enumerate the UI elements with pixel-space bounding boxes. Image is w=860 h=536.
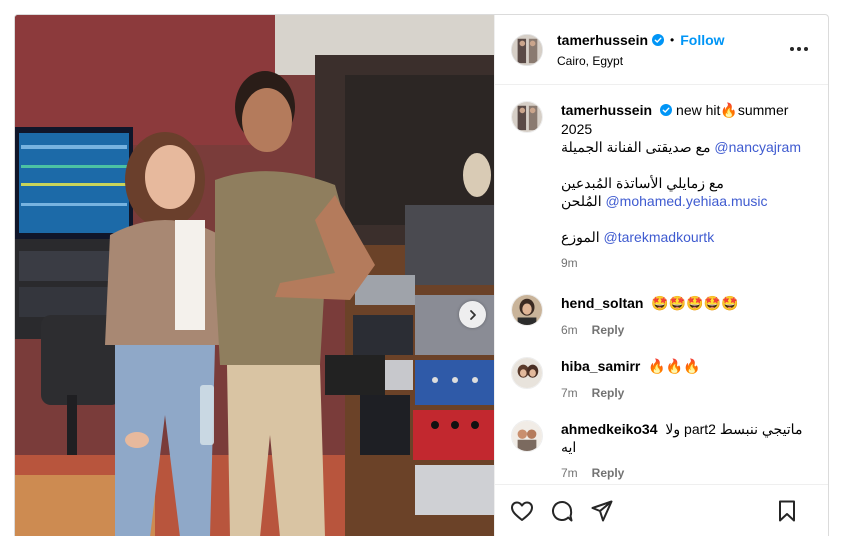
comment-time[interactable]: 7m (561, 384, 578, 402)
comments-section: tamerhussein new hit🔥summer 2025 مع صديقت… (495, 85, 828, 484)
comment-username[interactable]: hiba_samirr (561, 358, 640, 374)
commenter-avatar[interactable] (511, 357, 543, 389)
more-options-icon[interactable] (790, 42, 810, 56)
commenter-avatar-image (512, 358, 542, 388)
reply-button[interactable]: Reply (592, 384, 625, 402)
comment-icon (552, 500, 573, 521)
studio-photo (15, 15, 494, 536)
verified-badge-icon (652, 33, 665, 46)
post-side-panel: tamerhussein • Follow Cairo, Egypt tamer… (494, 15, 828, 536)
share-icon (591, 500, 613, 521)
comment-time[interactable]: 7m (561, 464, 578, 482)
mention-nancyajram[interactable]: @nancyajram (714, 139, 801, 155)
caption-composer-label: المُلحن (561, 193, 602, 209)
next-photo-button[interactable] (459, 301, 486, 328)
post-caption: tamerhussein new hit🔥summer 2025 مع صديقت… (511, 101, 812, 272)
commenter-avatar[interactable] (511, 294, 543, 326)
comment-item: hend_soltan 🤩🤩🤩🤩🤩 6m Reply (511, 294, 812, 339)
post-location[interactable]: Cairo, Egypt (557, 54, 725, 68)
reply-button[interactable]: Reply (592, 321, 625, 339)
comment-item: ahmedkeiko34 ماتيجي ننبسط part2 ولا ايه … (511, 420, 812, 482)
author-username[interactable]: tamerhussein (557, 32, 648, 48)
reply-button[interactable]: Reply (592, 464, 625, 482)
commenter-avatar[interactable] (511, 420, 543, 452)
post-photo[interactable] (15, 15, 494, 536)
verified-badge-icon (660, 104, 673, 116)
caption-time[interactable]: 9m (561, 254, 578, 272)
caption-arabic-line-1: مع صديقتى الفنانة الجميلة (561, 139, 711, 155)
caption-username[interactable]: tamerhussein (561, 102, 652, 118)
caption-arranger-label: الموزع (561, 229, 600, 245)
caption-avatar-image (512, 102, 542, 132)
caption-author-avatar[interactable] (511, 101, 543, 133)
caption-arabic-line-2: مع زمايلي الأساتذة المُبدعين (561, 175, 724, 191)
comment-time[interactable]: 6m (561, 321, 578, 339)
comment-item: hiba_samirr 🔥🔥🔥 7m Reply (511, 357, 812, 402)
save-button[interactable] (774, 498, 800, 524)
commenter-avatar-image (512, 421, 542, 451)
post-actions-bar (495, 484, 828, 536)
mention-mohamed-yehiaa[interactable]: @mohamed.yehiaa.music (605, 193, 767, 209)
mention-tarekmadkourtk[interactable]: @tarekmadkourtk (604, 229, 715, 245)
follow-button[interactable]: Follow (680, 32, 724, 48)
chevron-right-icon (469, 309, 476, 320)
post-header: tamerhussein • Follow Cairo, Egypt (495, 15, 828, 85)
comment-username[interactable]: hend_soltan (561, 295, 643, 311)
comment-text: 🤩🤩🤩🤩🤩 (651, 296, 739, 312)
comment-text: 🔥🔥🔥 (648, 359, 701, 375)
fire-emoji: 🔥 (720, 103, 738, 119)
share-button[interactable] (589, 498, 615, 524)
comment-username[interactable]: ahmedkeiko34 (561, 421, 658, 437)
heart-icon (511, 501, 533, 521)
author-avatar-image (512, 34, 542, 65)
commenter-avatar-image (512, 295, 542, 325)
like-button[interactable] (509, 498, 535, 524)
comment-button[interactable] (549, 498, 575, 524)
separator-dot: • (670, 32, 675, 47)
caption-text-prefix: new hit (676, 102, 721, 118)
post-dialog: tamerhussein • Follow Cairo, Egypt tamer… (14, 14, 829, 536)
bookmark-icon (779, 500, 795, 522)
author-avatar[interactable] (511, 33, 543, 66)
